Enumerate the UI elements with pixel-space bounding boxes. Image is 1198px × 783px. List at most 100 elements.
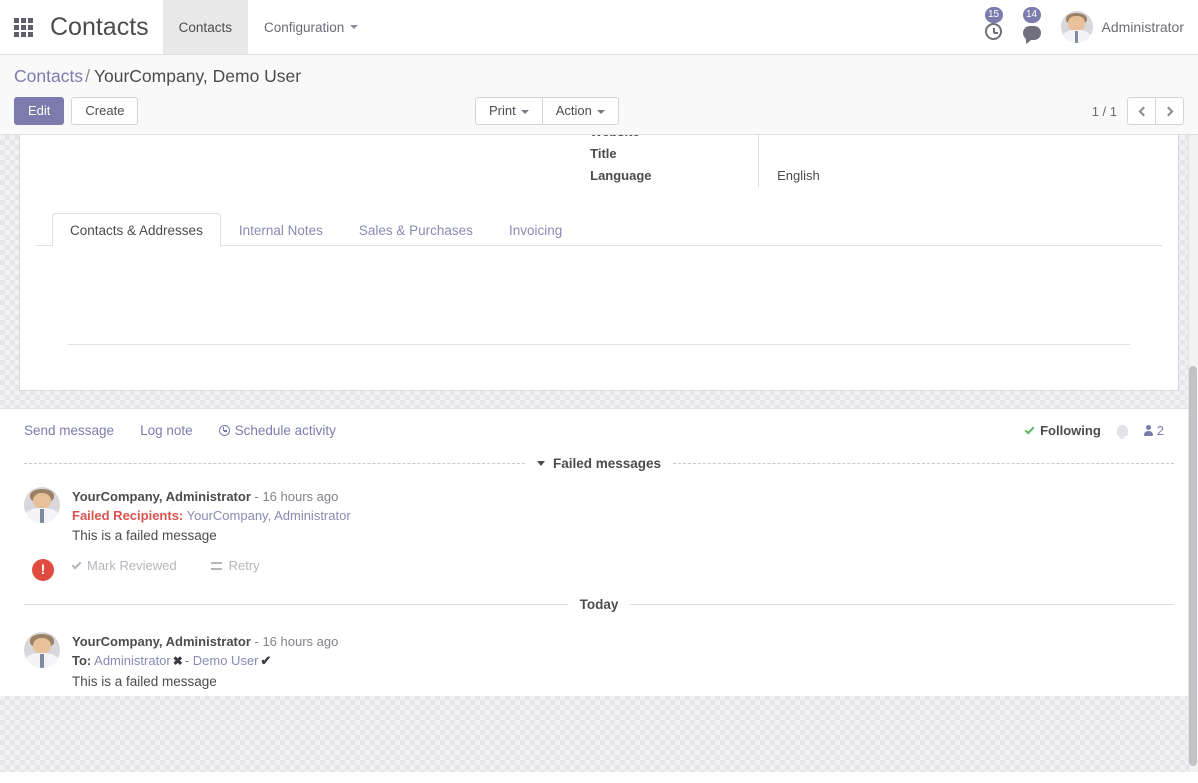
field-label-title: Title <box>590 143 758 165</box>
mark-reviewed-button[interactable]: Mark Reviewed <box>72 558 177 573</box>
today-separator: Today <box>12 597 1186 612</box>
schedule-activity-label: Schedule activity <box>235 423 336 438</box>
recipient-link-administrator[interactable]: Administrator <box>94 653 171 668</box>
messaging-count-badge: 14 <box>1023 7 1041 23</box>
failed-messages-toggle[interactable]: Failed messages <box>525 456 673 471</box>
message-body: YourCompany, Administrator - 16 hours ag… <box>72 632 1174 692</box>
pager-next-button[interactable] <box>1155 97 1184 125</box>
breadcrumb-current: YourCompany, Demo User <box>94 66 301 86</box>
message-recipients: To: Administrator✖- Demo User✔ <box>72 651 1174 671</box>
mark-reviewed-label: Mark Reviewed <box>87 558 177 573</box>
tab-invoicing[interactable]: Invoicing <box>491 213 580 246</box>
breadcrumb: Contacts/YourCompany, Demo User <box>14 65 1184 87</box>
vertical-scrollbar-track[interactable] <box>1188 135 1198 772</box>
message-body: YourCompany, Administrator - 16 hours ag… <box>72 487 1174 575</box>
chevron-down-icon <box>350 25 358 29</box>
chevron-right-icon <box>1163 106 1173 116</box>
check-icon <box>72 559 82 569</box>
message-content: This is a failed message <box>72 671 1174 692</box>
failed-messages-label: Failed messages <box>553 456 661 471</box>
tab-sales-purchases[interactable]: Sales & Purchases <box>341 213 491 246</box>
tab-contacts-addresses[interactable]: Contacts & Addresses <box>52 213 221 246</box>
schedule-activity-button[interactable]: Schedule activity <box>219 423 336 438</box>
menu-item-configuration-label: Configuration <box>264 20 344 35</box>
today-label: Today <box>568 597 631 612</box>
field-value-language[interactable]: English <box>758 165 1162 187</box>
top-navbar: Contacts Contacts Configuration 15 14 Ad… <box>0 0 1198 55</box>
messaging-menu-button[interactable]: 14 <box>1015 5 1049 49</box>
message-failed-recipients: Failed Recipients: YourCompany, Administ… <box>72 506 1174 525</box>
bell-icon[interactable] <box>1117 425 1128 436</box>
error-badge-icon: ! <box>32 559 54 581</box>
menu-item-contacts[interactable]: Contacts <box>163 0 248 54</box>
clock-icon <box>985 23 1002 40</box>
message-avatar-wrapper: ! <box>24 487 60 575</box>
followers-count-button[interactable]: 2 <box>1144 423 1164 438</box>
control-panel: Contacts/YourCompany, Demo User Edit Cre… <box>0 55 1198 135</box>
avatar <box>1061 11 1093 43</box>
failed-recipient-link[interactable]: YourCompany, Administrator <box>187 508 351 523</box>
message-item: YourCompany, Administrator - 16 hours ag… <box>12 622 1186 696</box>
recipient-link-demo-user[interactable]: Demo User <box>193 653 259 668</box>
pager-previous-button[interactable] <box>1127 97 1156 125</box>
message-item-failed: ! YourCompany, Administrator - 16 hours … <box>12 481 1186 579</box>
form-fields-left-column <box>36 139 590 197</box>
vertical-scrollbar-thumb[interactable] <box>1189 366 1197 766</box>
action-dropdown-button[interactable]: Action <box>542 97 619 125</box>
app-brand-title: Contacts <box>46 0 163 54</box>
avatar <box>24 487 60 523</box>
followers-area: Following 2 <box>1025 423 1174 438</box>
failed-messages-separator: Failed messages <box>12 456 1186 471</box>
action-dropdown-label: Action <box>556 103 592 118</box>
print-dropdown-button[interactable]: Print <box>475 97 543 125</box>
pager-value: 1 / 1 <box>1092 104 1117 119</box>
user-menu-label: Administrator <box>1102 19 1184 35</box>
send-message-button[interactable]: Send message <box>24 423 114 438</box>
message-date: - 16 hours ago <box>251 634 338 649</box>
log-note-button[interactable]: Log note <box>140 423 193 438</box>
retry-button[interactable]: Retry <box>211 558 260 573</box>
activity-menu-button[interactable]: 15 <box>977 5 1011 49</box>
form-notebook: Contacts & Addresses Internal Notes Sale… <box>36 213 1162 345</box>
message-author: YourCompany, Administrator <box>72 489 251 504</box>
breadcrumb-parent-link[interactable]: Contacts <box>14 66 83 86</box>
to-label: To: <box>72 653 91 668</box>
chat-bubble-icon <box>1023 26 1041 40</box>
edit-button[interactable]: Edit <box>14 97 64 125</box>
apps-menu-button[interactable] <box>0 0 46 54</box>
notebook-divider <box>68 344 1130 345</box>
create-button[interactable]: Create <box>71 97 138 125</box>
pager: 1 / 1 <box>1092 97 1184 125</box>
check-icon <box>1025 424 1035 434</box>
field-value-website[interactable] <box>758 135 1162 143</box>
user-menu[interactable]: Administrator <box>1053 11 1184 43</box>
notebook-tab-list: Contacts & Addresses Internal Notes Sale… <box>36 213 1162 246</box>
field-label-website: Website <box>590 135 758 143</box>
control-panel-buttons: Edit Create Print Action 1 / 1 <box>14 97 1184 125</box>
form-scroll-area: Website Title Language English Contacts … <box>0 135 1198 772</box>
retry-icon <box>211 561 223 571</box>
systray: 15 14 Administrator <box>977 0 1198 54</box>
following-label: Following <box>1040 423 1101 438</box>
chevron-down-icon <box>597 110 605 114</box>
apps-grid-icon <box>14 18 33 37</box>
form-action-buttons: Print Action <box>475 97 619 125</box>
message-header: YourCompany, Administrator - 16 hours ag… <box>72 632 1174 651</box>
form-sheet-wrapper: Website Title Language English Contacts … <box>0 135 1198 391</box>
menu-item-configuration[interactable]: Configuration <box>248 0 374 54</box>
field-label-language: Language <box>590 165 758 187</box>
following-button[interactable]: Following <box>1025 423 1101 438</box>
form-sheet: Website Title Language English Contacts … <box>19 135 1179 391</box>
form-fields-right-column: Website Title Language English <box>590 139 1162 197</box>
chevron-down-icon <box>521 110 529 114</box>
chevron-left-icon <box>1138 106 1148 116</box>
message-header: YourCompany, Administrator - 16 hours ag… <box>72 487 1174 506</box>
menu-item-contacts-label: Contacts <box>179 20 232 35</box>
tab-internal-notes[interactable]: Internal Notes <box>221 213 341 246</box>
form-fields-region: Website Title Language English <box>36 135 1162 197</box>
print-dropdown-label: Print <box>489 103 516 118</box>
field-value-title[interactable] <box>758 143 1162 165</box>
breadcrumb-separator: / <box>85 66 90 86</box>
message-avatar-wrapper <box>24 632 60 692</box>
activity-count-badge: 15 <box>985 7 1003 23</box>
